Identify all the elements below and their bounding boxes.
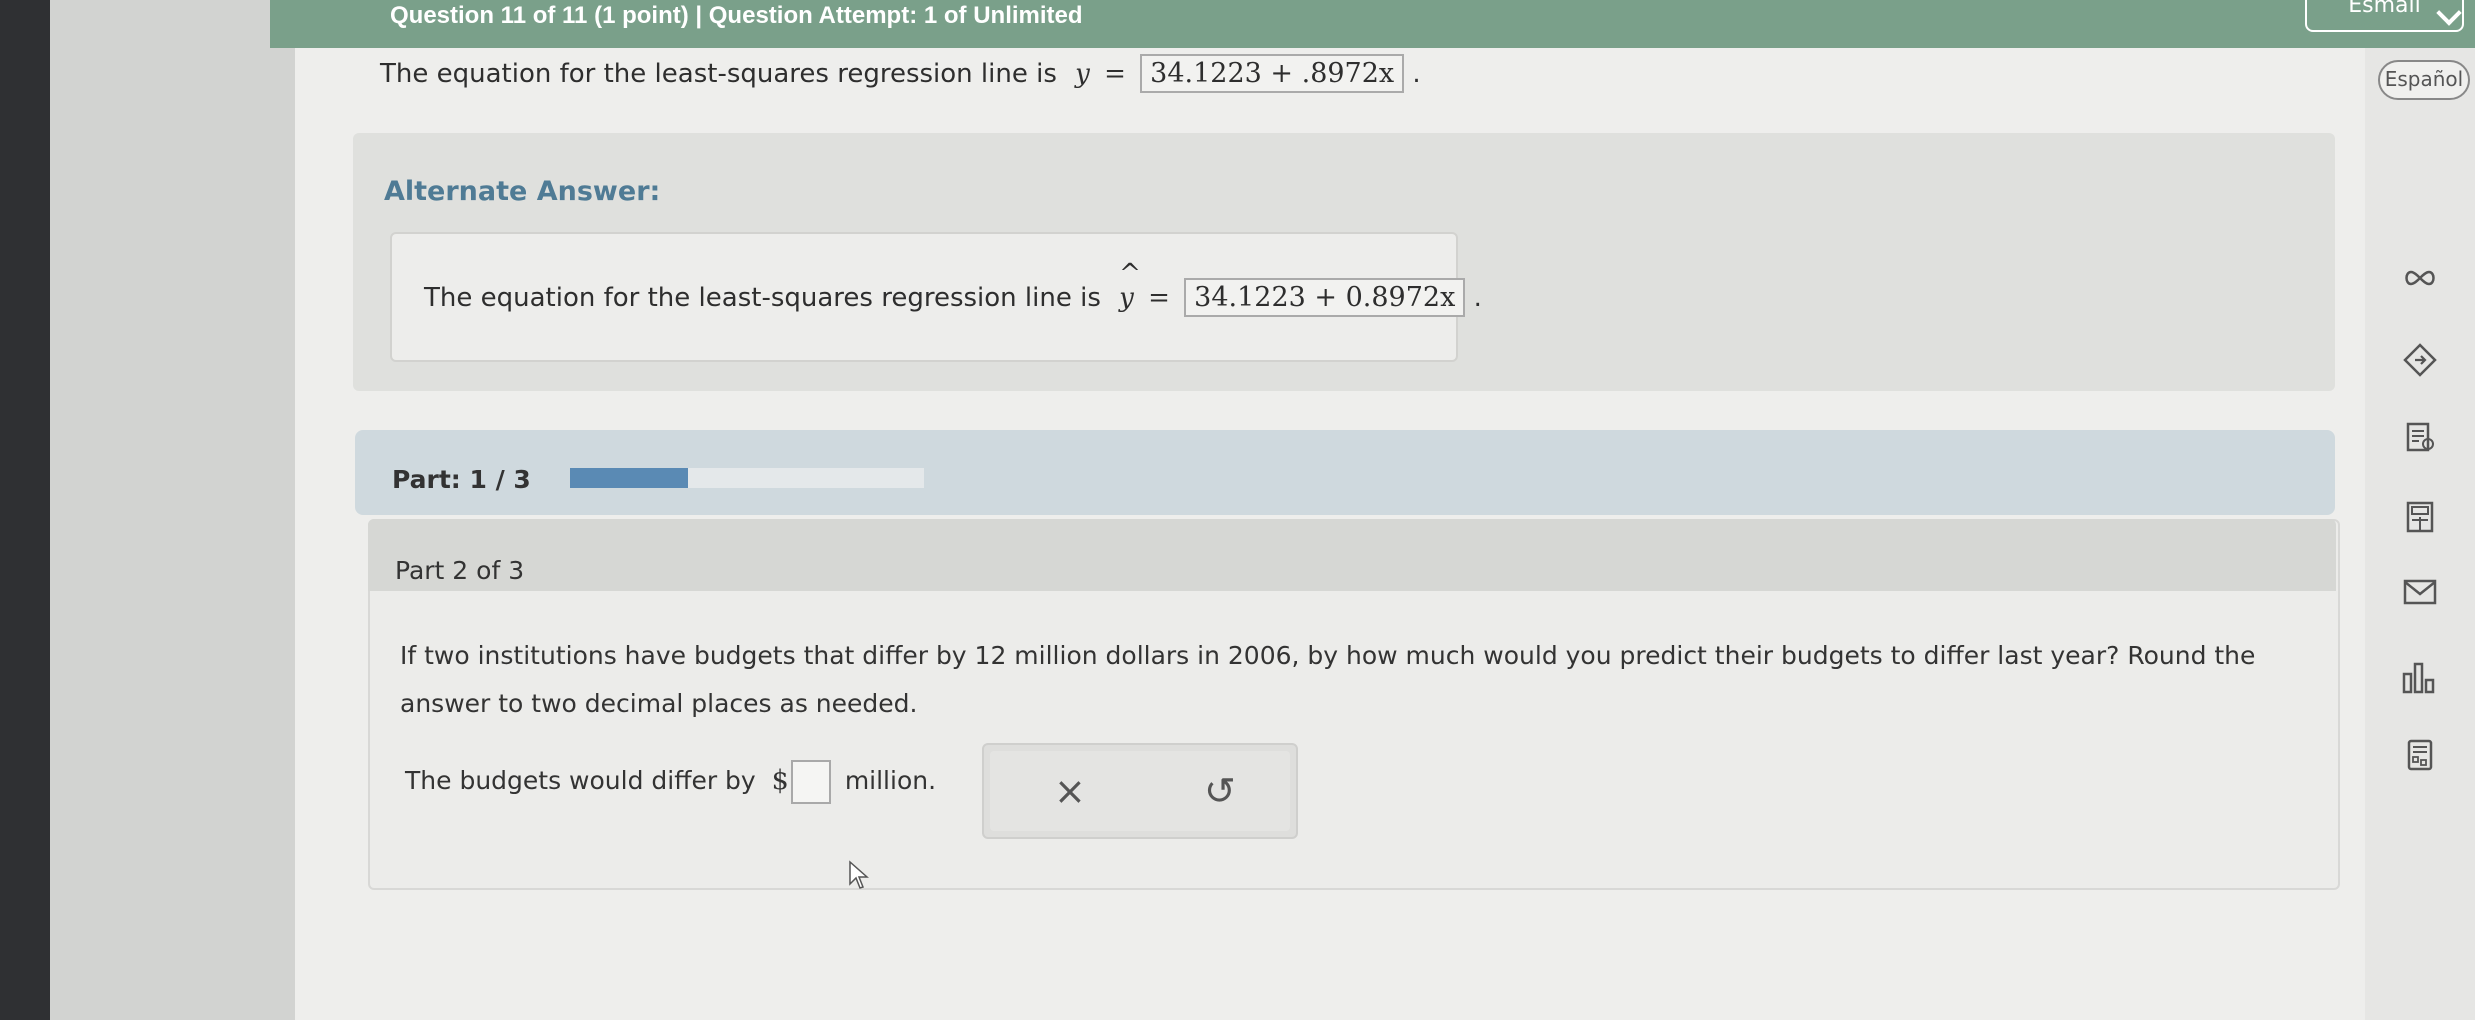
- answer-toolbox: × ↺: [982, 743, 1298, 839]
- question-header: [368, 519, 2336, 591]
- question-title: Question 11 of 11 (1 point) | Question A…: [390, 2, 1083, 29]
- tag-icon[interactable]: [2400, 342, 2440, 382]
- left-margin: [50, 0, 295, 1020]
- infinity-icon[interactable]: [2400, 260, 2440, 300]
- question-text: If two institutions have budgets that di…: [400, 641, 2256, 718]
- y-hat-symbol: y: [1075, 59, 1090, 89]
- notes-icon[interactable]: [2400, 420, 2440, 460]
- part-progress-bar: [570, 468, 924, 488]
- screen-bezel: [0, 0, 50, 1020]
- equation-answer-box: 34.1223 + .8972x: [1140, 54, 1405, 93]
- undo-icon[interactable]: ↺: [1204, 769, 1236, 813]
- datasheet-icon[interactable]: [2400, 738, 2440, 778]
- mouse-cursor-icon: [849, 860, 869, 889]
- equals-sign: =: [1148, 283, 1170, 313]
- espanol-button[interactable]: Español: [2378, 60, 2470, 100]
- answer-suffix: million.: [844, 766, 937, 795]
- clear-icon[interactable]: ×: [1054, 769, 1086, 813]
- part-progress-fill: [570, 468, 688, 488]
- equation-period: .: [1412, 59, 1421, 89]
- answer-input[interactable]: [790, 760, 831, 804]
- alternate-equation-period: .: [1473, 283, 1482, 313]
- equation-prefix: The equation for the least-squares regre…: [380, 59, 1057, 89]
- mail-icon[interactable]: [2400, 578, 2440, 618]
- alternate-answer-box: 34.1223 + 0.8972x: [1184, 278, 1466, 317]
- answer-prefix: The budgets would differ by: [405, 766, 756, 795]
- answer-line: The budgets would differ by $ million.: [405, 760, 936, 804]
- toolbox-inner: × ↺: [990, 751, 1290, 831]
- alternate-equation-prefix: The equation for the least-squares regre…: [424, 283, 1101, 313]
- chart-icon[interactable]: [2400, 660, 2440, 700]
- equals-sign: =: [1104, 59, 1126, 89]
- calculator-icon[interactable]: [2400, 500, 2440, 540]
- y-hat-symbol: ^ y: [1119, 259, 1141, 313]
- alternate-equation: The equation for the least-squares regre…: [424, 259, 1482, 317]
- part-progress-label: Part: 1 / 3: [392, 465, 531, 494]
- currency-symbol: $: [771, 765, 789, 796]
- question-part-label: Part 2 of 3: [395, 556, 525, 585]
- previous-equation: The equation for the least-squares regre…: [380, 54, 1421, 93]
- hat-icon: ^: [1119, 259, 1141, 289]
- alternate-answer-title: Alternate Answer:: [384, 176, 661, 207]
